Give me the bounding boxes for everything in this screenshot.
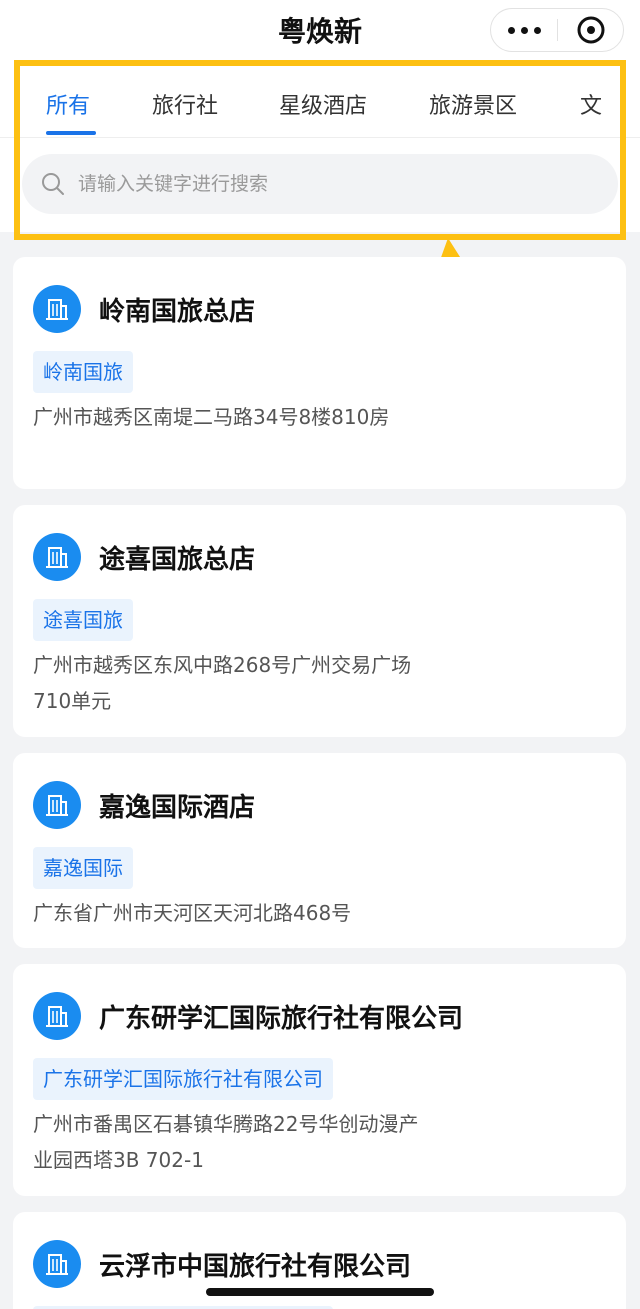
item-address: 广州市番禺区石碁镇华腾路22号华创动漫产业园西塔3B 702-1 xyxy=(33,1112,419,1172)
item-tag: 广东研学汇国际旅行社有限公司 xyxy=(33,1058,333,1100)
tab-star-hotel[interactable]: 星级酒店 xyxy=(279,88,367,120)
tab-travel-agency[interactable]: 旅行社 xyxy=(152,88,218,120)
filter-panel: 所有 旅行社 星级酒店 旅游景区 文 xyxy=(0,60,640,232)
more-dots-icon[interactable] xyxy=(491,9,557,51)
list-item[interactable]: 嘉逸国际酒店 嘉逸国际 广东省广州市天河区天河北路468号 xyxy=(13,753,626,948)
mini-program-capsule xyxy=(490,8,624,52)
building-icon xyxy=(33,1240,81,1288)
item-title: 云浮市中国旅行社有限公司 xyxy=(99,1252,412,1282)
tab-all[interactable]: 所有 xyxy=(46,88,90,120)
close-circle-icon[interactable] xyxy=(558,9,624,51)
active-tab-indicator xyxy=(46,131,96,135)
building-icon xyxy=(33,285,81,333)
item-title: 途喜国旅总店 xyxy=(99,545,256,575)
building-icon xyxy=(33,533,81,581)
list-item[interactable]: 途喜国旅总店 途喜国旅 广州市越秀区东风中路268号广州交易广场710单元 xyxy=(13,505,626,737)
item-address: 广州市越秀区东风中路268号广州交易广场710单元 xyxy=(33,653,412,713)
list-item[interactable]: 广东研学汇国际旅行社有限公司 广东研学汇国际旅行社有限公司 广州市番禺区石碁镇华… xyxy=(13,964,626,1196)
building-icon xyxy=(33,992,81,1040)
item-title: 嘉逸国际酒店 xyxy=(99,793,256,823)
item-title: 广东研学汇国际旅行社有限公司 xyxy=(99,1004,464,1034)
item-tag: 途喜国旅 xyxy=(33,599,133,641)
item-address: 广东省广州市天河区天河北路468号 xyxy=(33,901,352,925)
search-bar[interactable] xyxy=(22,154,618,214)
item-tag: 嘉逸国际 xyxy=(33,847,133,889)
navigation-bar: 粤焕新 xyxy=(0,0,640,60)
building-icon xyxy=(33,781,81,829)
item-tag: 岭南国旅 xyxy=(33,351,133,393)
search-icon xyxy=(42,173,64,195)
search-input[interactable] xyxy=(78,154,598,214)
list-item[interactable]: 岭南国旅总店 岭南国旅 广州市越秀区南堤二马路34号8楼810房 xyxy=(13,257,626,489)
item-address: 广州市越秀区南堤二马路34号8楼810房 xyxy=(33,405,390,429)
tab-scenic-spot[interactable]: 旅游景区 xyxy=(429,88,517,120)
home-indicator xyxy=(206,1288,434,1296)
item-title: 岭南国旅总店 xyxy=(99,297,256,327)
category-tabs: 所有 旅行社 星级酒店 旅游景区 文 xyxy=(0,60,640,138)
tab-culture[interactable]: 文 xyxy=(580,88,602,120)
